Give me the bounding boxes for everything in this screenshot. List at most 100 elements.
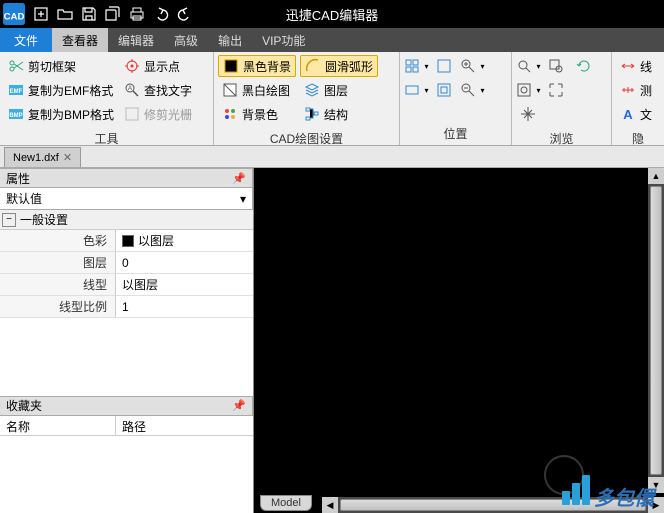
nav-btn-2[interactable]: ▾: [516, 79, 540, 101]
fav-col-path[interactable]: 路径: [116, 416, 152, 435]
scroll-left-arrow[interactable]: ◀: [322, 497, 338, 513]
text-a-icon: A: [620, 106, 636, 122]
measure-button[interactable]: 测: [616, 79, 656, 101]
copy-bmp-button[interactable]: BMP 复制为BMP格式: [4, 103, 116, 125]
zoom-in-icon: [460, 58, 476, 74]
prop-layer-value[interactable]: 0: [116, 252, 253, 273]
bmp-icon: BMP: [8, 106, 24, 122]
collapse-icon[interactable]: −: [2, 213, 16, 227]
scroll-thumb[interactable]: [340, 499, 646, 511]
layer-label: 图层: [324, 82, 348, 99]
ribbon-group5-label: 隐: [612, 128, 664, 150]
scroll-right-arrow[interactable]: ▶: [648, 497, 664, 513]
menu-viewer[interactable]: 查看器: [52, 28, 108, 52]
scroll-down-arrow[interactable]: ▼: [648, 477, 664, 493]
properties-preset-select[interactable]: 默认值 ▾: [0, 188, 253, 210]
structure-button[interactable]: 结构: [300, 103, 378, 125]
arc-icon: [305, 58, 321, 74]
model-tab[interactable]: Model: [260, 495, 312, 511]
vertical-scrollbar[interactable]: ▲ ▼: [648, 168, 664, 493]
menu-editor[interactable]: 编辑器: [108, 28, 164, 52]
copy-bmp-label: 复制为BMP格式: [28, 106, 114, 123]
nav-btn-4[interactable]: [544, 55, 568, 77]
svg-text:A: A: [128, 86, 132, 92]
qat-redo-button[interactable]: [174, 3, 196, 25]
prop-ltscale-key: 线型比例: [0, 296, 116, 317]
drawing-viewport[interactable]: ▲ ▼ Model ◀ ▶: [253, 168, 664, 513]
pin-icon[interactable]: 📌: [232, 399, 246, 412]
target-icon: [124, 58, 140, 74]
bg-color-label: 背景色: [242, 106, 278, 123]
pos-btn-2[interactable]: ▾: [404, 79, 428, 101]
zoom-fit-icon: [516, 82, 532, 98]
text-button[interactable]: A 文: [616, 103, 656, 125]
scroll-thumb[interactable]: [650, 186, 662, 475]
black-bg-icon: [223, 58, 239, 74]
trim-raster-button: 修剪光栅: [120, 103, 196, 125]
find-text-button[interactable]: A 查找文字: [120, 79, 196, 101]
pos-btn-3[interactable]: [432, 55, 456, 77]
zoom-in-button[interactable]: ▾: [460, 55, 484, 77]
layout-icon: [404, 58, 420, 74]
ribbon: 剪切框架 EMF 复制为EMF格式 BMP 复制为BMP格式 显示点 A: [0, 52, 664, 146]
prop-group-general[interactable]: − 一般设置: [0, 210, 253, 230]
black-bg-button[interactable]: 黑色背景: [218, 55, 296, 77]
crop-frame-button[interactable]: 剪切框架: [4, 55, 116, 77]
scroll-up-arrow[interactable]: ▲: [648, 168, 664, 184]
svg-text:EMF: EMF: [10, 89, 23, 95]
menu-advanced[interactable]: 高级: [164, 28, 208, 52]
pan-icon: [520, 106, 536, 122]
line-button[interactable]: 线: [616, 55, 656, 77]
bw-draw-button[interactable]: 黑白绘图: [218, 79, 296, 101]
qat-undo-button[interactable]: [150, 3, 172, 25]
qat-save-button[interactable]: [78, 3, 100, 25]
qat-new-button[interactable]: [30, 3, 52, 25]
menu-vip[interactable]: VIP功能: [252, 28, 315, 52]
measure-label: 测: [640, 82, 652, 99]
fav-col-name[interactable]: 名称: [0, 416, 116, 435]
nav-btn-3[interactable]: [516, 103, 540, 125]
qat-saveall-button[interactable]: [102, 3, 124, 25]
pos-btn-4[interactable]: [432, 79, 456, 101]
nav-btn-1[interactable]: ▾: [516, 55, 540, 77]
menu-file[interactable]: 文件: [0, 28, 52, 52]
prop-group-label: 一般设置: [20, 211, 68, 228]
prop-color-value[interactable]: 以图层: [116, 230, 253, 251]
nav-btn-5[interactable]: [544, 79, 568, 101]
smooth-arc-button[interactable]: 圆滑弧形: [300, 55, 378, 77]
tab-close-icon[interactable]: ✕: [63, 151, 72, 164]
preset-value: 默认值: [6, 190, 42, 207]
prop-ltscale-value[interactable]: 1: [116, 296, 253, 317]
rect2-icon: [436, 58, 452, 74]
svg-text:BMP: BMP: [9, 113, 22, 119]
raster-icon: [124, 106, 140, 122]
document-tab-label: New1.dxf: [13, 152, 59, 164]
frame-icon: [436, 82, 452, 98]
bg-color-button[interactable]: 背景色: [218, 103, 296, 125]
svg-text:A: A: [623, 107, 633, 122]
zoom-out-button[interactable]: ▾: [460, 79, 484, 101]
properties-title: 属性: [6, 170, 30, 187]
copy-emf-button[interactable]: EMF 复制为EMF格式: [4, 79, 116, 101]
layers-icon: [304, 82, 320, 98]
qat-open-button[interactable]: [54, 3, 76, 25]
show-points-button[interactable]: 显示点: [120, 55, 196, 77]
horizontal-scrollbar[interactable]: ◀ ▶: [322, 497, 664, 513]
document-tab[interactable]: New1.dxf ✕: [4, 147, 81, 167]
pin-icon[interactable]: 📌: [232, 172, 246, 185]
svg-text:CAD: CAD: [4, 12, 25, 23]
prop-linetype-value[interactable]: 以图层: [116, 274, 253, 295]
qat-print-button[interactable]: [126, 3, 148, 25]
bw-icon: [222, 82, 238, 98]
layer-button[interactable]: 图层: [300, 79, 378, 101]
menu-output[interactable]: 输出: [208, 28, 252, 52]
text-label: 文: [640, 106, 652, 123]
smooth-arc-label: 圆滑弧形: [325, 58, 373, 75]
favorites-panel-header: 收藏夹 📌: [0, 396, 253, 416]
favorites-title: 收藏夹: [6, 397, 42, 414]
chevron-down-icon: ▾: [240, 192, 246, 206]
prop-color-key: 色彩: [0, 230, 116, 251]
nav-btn-6[interactable]: [572, 55, 596, 77]
zoom-window-icon: [548, 58, 564, 74]
pos-btn-1[interactable]: ▾: [404, 55, 428, 77]
